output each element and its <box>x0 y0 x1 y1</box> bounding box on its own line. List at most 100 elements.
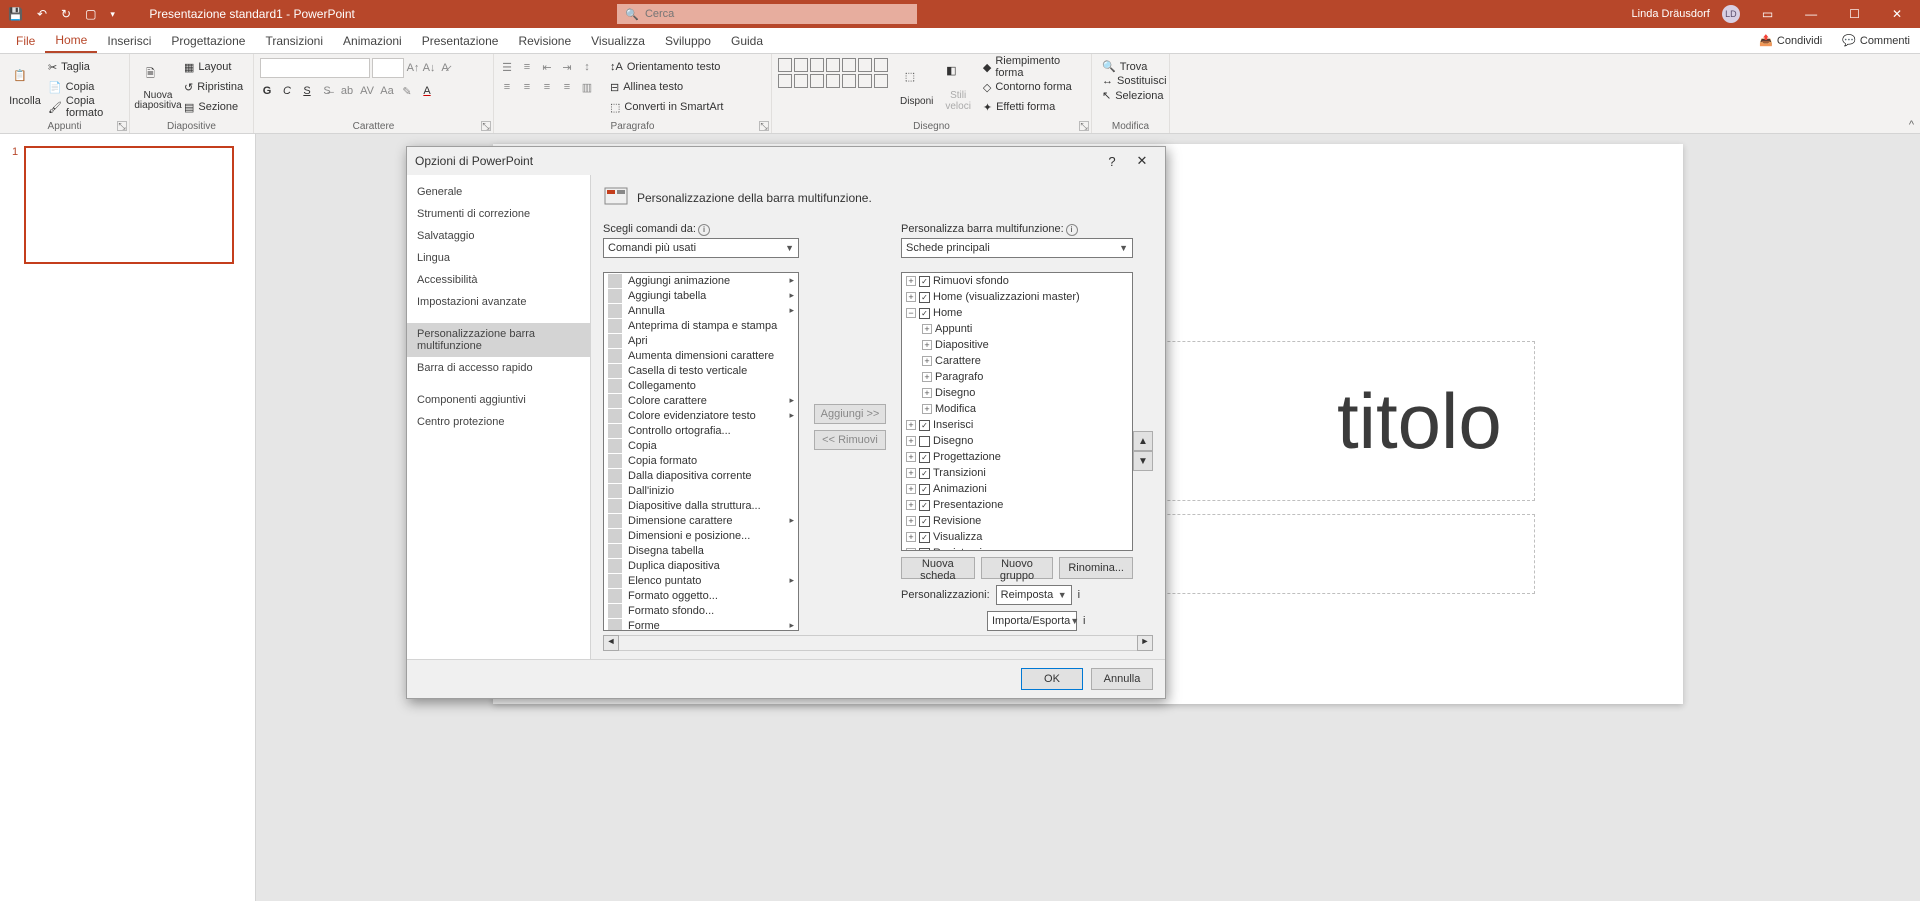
dialog-close-icon[interactable]: ✕ <box>1127 153 1157 169</box>
tab-home[interactable]: Home <box>45 28 97 53</box>
layout-button[interactable]: ▦Layout <box>184 58 243 76</box>
section-button[interactable]: ▤Sezione <box>184 98 243 116</box>
tab-animazioni[interactable]: Animazioni <box>333 28 412 53</box>
copy-button[interactable]: 📄Copia <box>48 78 123 96</box>
command-item[interactable]: Disegna tabella <box>604 543 798 558</box>
move-up-button[interactable]: ▲ <box>1133 431 1153 451</box>
bullets-icon[interactable]: ☰ <box>500 60 514 74</box>
checkbox[interactable]: ✓ <box>919 308 930 319</box>
numbering-icon[interactable]: ≡ <box>520 60 534 74</box>
checkbox[interactable]: ✓ <box>919 500 930 511</box>
inc-indent-icon[interactable]: ⇥ <box>560 60 574 74</box>
command-item[interactable]: Controllo ortografia... <box>604 423 798 438</box>
dialog-launcher-icon[interactable]: ⤡ <box>1079 121 1089 131</box>
command-item[interactable]: Duplica diapositiva <box>604 558 798 573</box>
customize-ribbon-combo[interactable]: Schede principali▼ <box>901 238 1133 258</box>
rename-button[interactable]: Rinomina... <box>1059 557 1133 579</box>
quick-styles-button[interactable]: ◧Stili veloci <box>937 58 978 118</box>
tree-item[interactable]: +Disegno <box>902 385 1132 401</box>
highlight-icon[interactable]: ✎ <box>400 84 414 98</box>
command-item[interactable]: Copia <box>604 438 798 453</box>
command-item[interactable]: Forme▸ <box>604 618 798 631</box>
add-button[interactable]: Aggiungi >> <box>814 404 886 424</box>
tab-visualizza[interactable]: Visualizza <box>581 28 655 53</box>
dialog-launcher-icon[interactable]: ⤡ <box>481 121 491 131</box>
spacing-icon[interactable]: AV <box>360 84 374 98</box>
share-button[interactable]: 📤Condividi <box>1749 28 1832 53</box>
align-left-icon[interactable]: ≡ <box>500 80 514 94</box>
command-item[interactable]: Diapositive dalla struttura... <box>604 498 798 513</box>
expand-icon[interactable]: + <box>922 340 932 350</box>
info-icon[interactable]: i <box>1078 589 1080 601</box>
tree-item[interactable]: +✓Presentazione <box>902 497 1132 513</box>
command-item[interactable]: Elenco puntato▸ <box>604 573 798 588</box>
comments-button[interactable]: 💬Commenti <box>1832 28 1920 53</box>
italic-icon[interactable]: C <box>280 84 294 98</box>
command-item[interactable]: Dimensione carattere▸ <box>604 513 798 528</box>
close-icon[interactable]: ✕ <box>1882 7 1912 21</box>
tree-item[interactable]: −✓Home <box>902 305 1132 321</box>
dialog-hscrollbar[interactable]: ◄ ► <box>603 635 1153 651</box>
tab-guida[interactable]: Guida <box>721 28 773 53</box>
dialog-nav-item[interactable]: Lingua <box>407 247 590 269</box>
tab-file[interactable]: File <box>6 28 45 53</box>
reset-combo[interactable]: Reimposta▼ <box>996 585 1072 605</box>
expand-icon[interactable]: + <box>906 420 916 430</box>
expand-icon[interactable]: + <box>906 548 916 551</box>
dialog-nav-item[interactable]: Barra di accesso rapido <box>407 357 590 379</box>
expand-icon[interactable]: + <box>906 452 916 462</box>
maximize-icon[interactable]: ☐ <box>1839 7 1870 21</box>
checkbox[interactable]: ✓ <box>919 532 930 543</box>
align-right-icon[interactable]: ≡ <box>540 80 554 94</box>
dialog-nav-item[interactable]: Generale <box>407 181 590 203</box>
case-icon[interactable]: Aa <box>380 84 394 98</box>
tree-item[interactable]: +Modifica <box>902 401 1132 417</box>
expand-icon[interactable]: + <box>906 468 916 478</box>
checkbox[interactable]: ✓ <box>919 452 930 463</box>
checkbox[interactable]: ✓ <box>919 276 930 287</box>
command-item[interactable]: Formato sfondo... <box>604 603 798 618</box>
tab-transizioni[interactable]: Transizioni <box>255 28 333 53</box>
checkbox[interactable]: ✓ <box>919 484 930 495</box>
strike-icon[interactable]: S̶ <box>320 84 334 98</box>
justify-icon[interactable]: ≡ <box>560 80 574 94</box>
tree-item[interactable]: +✓Animazioni <box>902 481 1132 497</box>
dialog-nav-item[interactable]: Accessibilità <box>407 269 590 291</box>
paste-button[interactable]: 📋 Incolla <box>6 58 44 118</box>
checkbox[interactable]: ✓ <box>919 516 930 527</box>
underline-icon[interactable]: S <box>300 84 314 98</box>
dialog-nav-item[interactable]: Personalizzazione barra multifunzione <box>407 323 590 357</box>
shape-outline-button[interactable]: ◇Contorno forma <box>983 78 1085 96</box>
clear-format-icon[interactable]: A̷ <box>438 61 452 75</box>
line-spacing-icon[interactable]: ↕ <box>580 60 594 74</box>
find-button[interactable]: 🔍Trova <box>1102 60 1167 73</box>
tree-item[interactable]: +Carattere <box>902 353 1132 369</box>
tab-sviluppo[interactable]: Sviluppo <box>655 28 721 53</box>
format-painter-button[interactable]: 🖌Copia formato <box>48 98 123 116</box>
font-size-combo[interactable] <box>372 58 404 78</box>
user-name[interactable]: Linda Dräusdorf <box>1632 8 1710 20</box>
tab-presentazione[interactable]: Presentazione <box>412 28 509 53</box>
shrink-font-icon[interactable]: A↓ <box>422 61 436 75</box>
ribbon-mode-icon[interactable]: ▭ <box>1752 7 1783 21</box>
search-input[interactable] <box>645 8 909 20</box>
expand-icon[interactable]: + <box>922 324 932 334</box>
search-box[interactable]: 🔍 <box>617 4 917 24</box>
align-center-icon[interactable]: ≡ <box>520 80 534 94</box>
dialog-help-icon[interactable]: ? <box>1097 154 1127 169</box>
ok-button[interactable]: OK <box>1021 668 1083 690</box>
reset-button[interactable]: ↺Ripristina <box>184 78 243 96</box>
expand-icon[interactable]: + <box>906 532 916 542</box>
columns-icon[interactable]: ▥ <box>580 80 594 94</box>
command-item[interactable]: Casella di testo verticale <box>604 363 798 378</box>
command-item[interactable]: Dimensioni e posizione... <box>604 528 798 543</box>
cut-button[interactable]: ✂Taglia <box>48 58 123 76</box>
expand-icon[interactable]: + <box>922 404 932 414</box>
minimize-icon[interactable]: — <box>1795 7 1827 21</box>
tab-progettazione[interactable]: Progettazione <box>161 28 255 53</box>
tree-item[interactable]: +Disegno <box>902 433 1132 449</box>
font-color-icon[interactable]: A <box>420 84 434 98</box>
tree-item[interactable]: +✓Visualizza <box>902 529 1132 545</box>
arrange-button[interactable]: ⬚Disponi <box>896 58 937 118</box>
dec-indent-icon[interactable]: ⇤ <box>540 60 554 74</box>
